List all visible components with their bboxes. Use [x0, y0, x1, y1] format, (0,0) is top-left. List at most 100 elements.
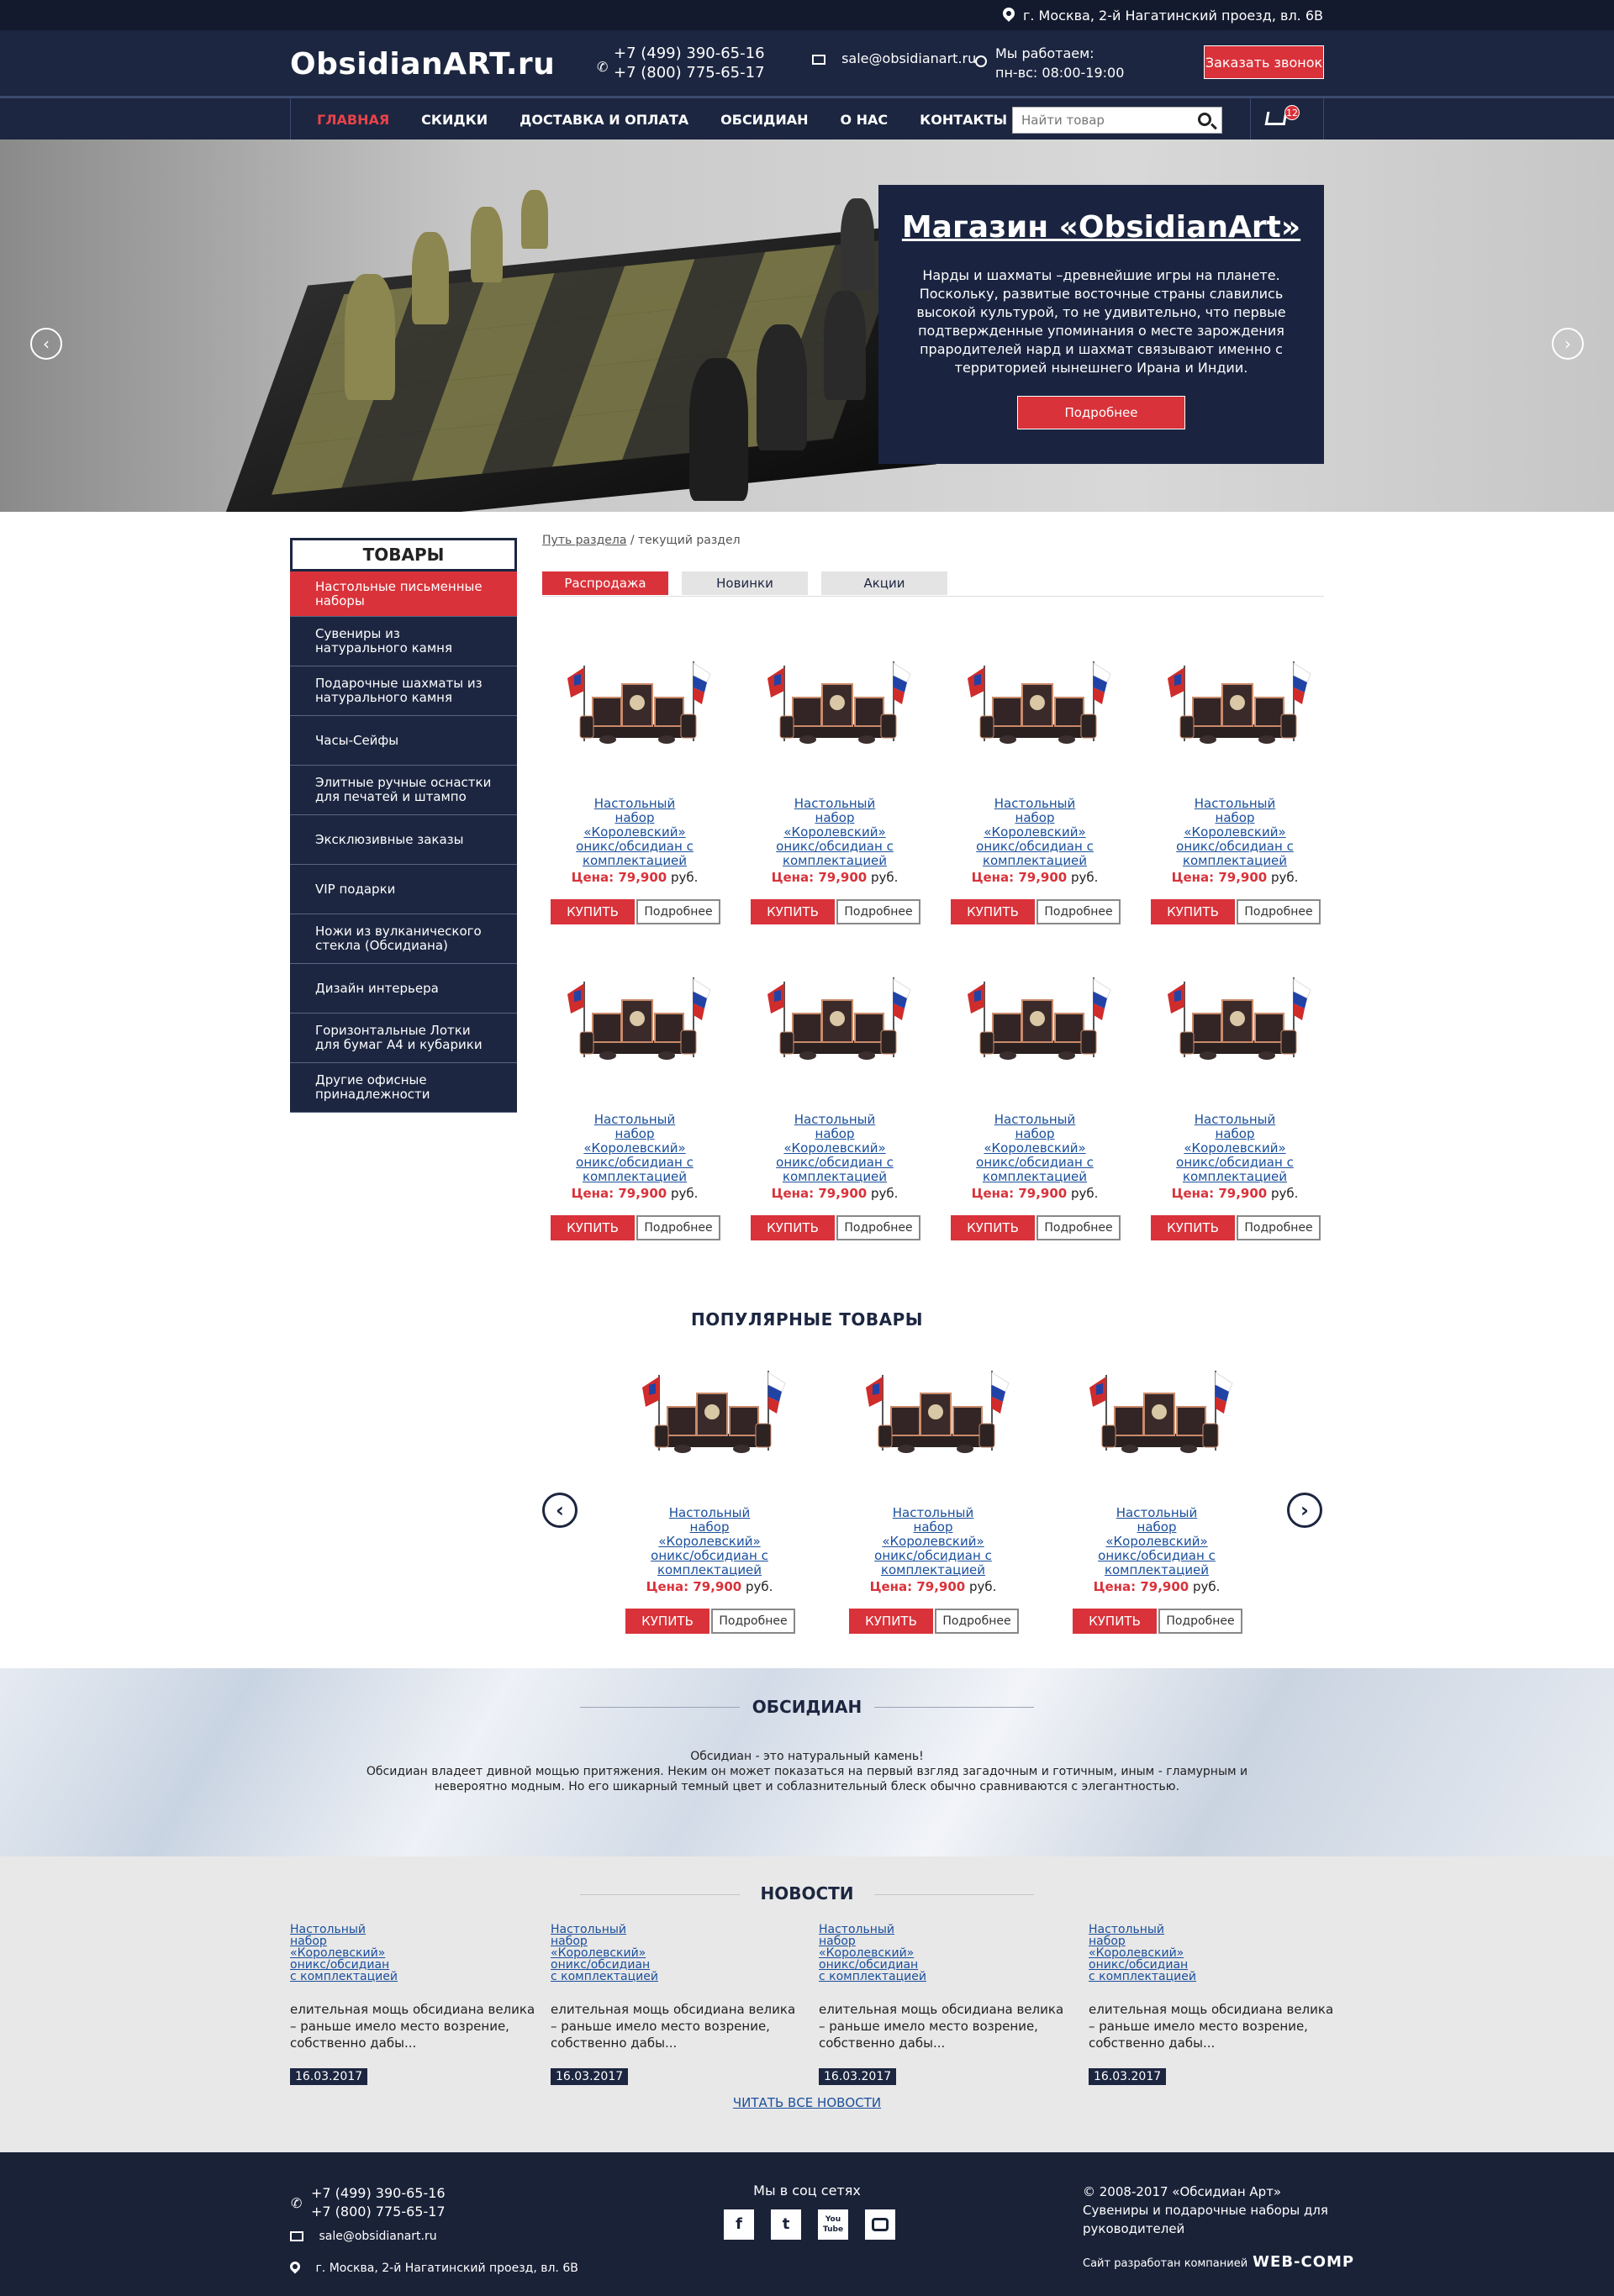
buy-button[interactable]: КУПИТЬ	[551, 1215, 635, 1240]
product-image[interactable]	[1064, 1341, 1249, 1493]
product-image[interactable]	[1142, 948, 1327, 1099]
details-button[interactable]: Подробнее	[1036, 899, 1121, 924]
buy-button[interactable]: КУПИТЬ	[751, 899, 835, 924]
nav-item-discounts[interactable]: СКИДКИ	[421, 112, 488, 128]
product-image[interactable]	[542, 632, 727, 783]
hero-prev-arrow[interactable]: ‹	[30, 328, 62, 360]
buy-button[interactable]: КУПИТЬ	[551, 899, 635, 924]
product-name[interactable]: Настольный набор «Королевский» оникс/обс…	[1064, 1506, 1249, 1577]
cart-button[interactable]: 12	[1264, 105, 1300, 130]
search-input[interactable]	[1013, 108, 1181, 133]
details-button[interactable]: Подробнее	[1237, 1215, 1321, 1240]
obsidian-title: ОБСИДИАН	[752, 1697, 862, 1717]
footer-email-link[interactable]: sale@obsidianart.ru	[319, 2230, 436, 2243]
product-name[interactable]: Настольный набор «Королевский» оникс/обс…	[1142, 797, 1327, 868]
breadcrumb-link[interactable]: Путь раздела	[542, 534, 626, 547]
callback-button[interactable]: Заказать звонок	[1204, 45, 1324, 79]
chess-piece	[757, 324, 807, 450]
product-name[interactable]: Настольный набор «Королевский» оникс/обс…	[1142, 1113, 1327, 1184]
sidebar-item-office[interactable]: Другие офисные принадлежности	[290, 1063, 517, 1113]
tab-promo[interactable]: Акции	[821, 571, 947, 595]
buy-button[interactable]: КУПИТЬ	[951, 899, 1035, 924]
nav-item-home[interactable]: ГЛАВНАЯ	[317, 112, 389, 128]
facebook-icon[interactable]: f	[724, 2209, 754, 2240]
nav-item-obsidian[interactable]: ОБСИДИАН	[720, 112, 808, 128]
product-price-value: Цена: 79,900	[1093, 1579, 1189, 1594]
sidebar-item-souvenirs[interactable]: Сувениры из натурального камня	[290, 617, 517, 666]
buy-button[interactable]: КУПИТЬ	[1151, 1215, 1235, 1240]
header-phone-1[interactable]: +7 (499) 390-65-16	[614, 44, 765, 63]
header-phone-2[interactable]: +7 (800) 775-65-17	[614, 63, 765, 82]
tab-sale[interactable]: Распродажа	[542, 571, 668, 595]
nav-item-contacts[interactable]: КОНТАКТЫ	[920, 112, 1007, 128]
details-button[interactable]: Подробнее	[1158, 1609, 1242, 1634]
product-image[interactable]	[841, 1341, 1026, 1493]
product-image[interactable]	[742, 948, 927, 1099]
product-name[interactable]: Настольный набор «Королевский» оникс/обс…	[542, 1113, 727, 1184]
read-all-news-link[interactable]: ЧИТАТЬ ВСЕ НОВОСТИ	[0, 2095, 1614, 2110]
footer-phone-1[interactable]: +7 (499) 390-65-16	[311, 2184, 446, 2203]
twitter-icon[interactable]: t	[771, 2209, 801, 2240]
product-name[interactable]: Настольный набор «Королевский» оникс/обс…	[942, 797, 1127, 868]
sidebar-item-chess[interactable]: Подарочные шахматы из натурального камня	[290, 666, 517, 716]
obsidian-text-line-2: Обсидиан владеет дивной мощью притяжения…	[366, 1765, 1248, 1778]
news-item-title[interactable]: Настольный набор «Королевский» оникс/обс…	[551, 1924, 660, 1983]
sidebar-item-exclusive[interactable]: Эксклюзивные заказы	[290, 815, 517, 865]
details-button[interactable]: Подробнее	[636, 899, 720, 924]
buy-button[interactable]: КУПИТЬ	[1073, 1609, 1157, 1634]
search-icon[interactable]	[1198, 113, 1211, 126]
developer-logo[interactable]: WEB-COMP	[1253, 2253, 1354, 2271]
buy-button[interactable]: КУПИТЬ	[849, 1609, 933, 1634]
instagram-icon[interactable]: instagram	[865, 2209, 895, 2240]
details-button[interactable]: Подробнее	[836, 1215, 920, 1240]
header-email-link[interactable]: sale@obsidianart.ru	[841, 50, 976, 66]
tab-new[interactable]: Новинки	[682, 571, 808, 595]
details-button[interactable]: Подробнее	[836, 899, 920, 924]
product-name[interactable]: Настольный набор «Королевский» оникс/обс…	[742, 1113, 927, 1184]
site-logo[interactable]: ObsidianART.ru	[290, 47, 555, 82]
product-name[interactable]: Настольный набор «Королевский» оникс/обс…	[617, 1506, 802, 1577]
footer-phone-2[interactable]: +7 (800) 775-65-17	[311, 2203, 446, 2221]
hero-more-button[interactable]: Подробнее	[1017, 396, 1185, 429]
hero-next-arrow[interactable]: ›	[1552, 328, 1584, 360]
details-button[interactable]: Подробнее	[636, 1215, 720, 1240]
nav-item-delivery[interactable]: ДОСТАВКА И ОПЛАТА	[520, 112, 688, 128]
sidebar-item-trays[interactable]: Горизонтальные Лотки для бумаг А4 и куба…	[290, 1014, 517, 1063]
buy-button[interactable]: КУПИТЬ	[625, 1609, 709, 1634]
product-image[interactable]	[1142, 632, 1327, 783]
buy-button[interactable]: КУПИТЬ	[951, 1215, 1035, 1240]
location-pin-icon	[1003, 8, 1015, 23]
mail-icon	[812, 54, 825, 65]
product-image[interactable]	[542, 948, 727, 1099]
product-image[interactable]	[617, 1341, 802, 1493]
news-item-title[interactable]: Настольный набор «Королевский» оникс/обс…	[290, 1924, 399, 1983]
news-item-text: елительная мощь обсидиана велика – раньш…	[819, 2002, 1064, 2051]
sidebar-item-desk-sets[interactable]: Настольные письменные наборы	[290, 571, 517, 617]
sidebar-item-knives[interactable]: Ножи из вулканического стекла (Обсидиана…	[290, 914, 517, 964]
details-button[interactable]: Подробнее	[1036, 1215, 1121, 1240]
product-name[interactable]: Настольный набор «Королевский» оникс/обс…	[942, 1113, 1127, 1184]
news-item-title[interactable]: Настольный набор «Королевский» оникс/обс…	[819, 1924, 928, 1983]
details-button[interactable]: Подробнее	[935, 1609, 1019, 1634]
news-item-title[interactable]: Настольный набор «Королевский» оникс/обс…	[1089, 1924, 1198, 1983]
product-name[interactable]: Настольный набор «Королевский» оникс/обс…	[742, 797, 927, 868]
popular-prev-arrow[interactable]: ‹	[542, 1493, 578, 1528]
buy-button[interactable]: КУПИТЬ	[1151, 899, 1235, 924]
details-button[interactable]: Подробнее	[711, 1609, 795, 1634]
product-image[interactable]	[742, 632, 927, 783]
sidebar-item-stamps[interactable]: Элитные ручные оснастки для печатей и шт…	[290, 766, 517, 815]
product-image[interactable]	[942, 948, 1127, 1099]
nav-item-about[interactable]: О НАС	[840, 112, 888, 128]
buy-button[interactable]: КУПИТЬ	[751, 1215, 835, 1240]
sidebar-item-clock-safes[interactable]: Часы-Сейфы	[290, 716, 517, 766]
footer-address-text: г. Москва, 2-й Нагатинский проезд, вл. 6…	[315, 2262, 578, 2275]
popular-next-arrow[interactable]: ›	[1287, 1493, 1322, 1528]
sidebar-item-vip[interactable]: VIP подарки	[290, 865, 517, 914]
product-name[interactable]: Настольный набор «Королевский» оникс/обс…	[841, 1506, 1026, 1577]
product-image[interactable]	[942, 632, 1127, 783]
sidebar-item-interior[interactable]: Дизайн интерьера	[290, 964, 517, 1014]
details-button[interactable]: Подробнее	[1237, 899, 1321, 924]
news-title: НОВОСТИ	[760, 1883, 854, 1904]
youtube-icon[interactable]: You Tube	[818, 2209, 848, 2240]
product-name[interactable]: Настольный набор «Королевский» оникс/обс…	[542, 797, 727, 868]
